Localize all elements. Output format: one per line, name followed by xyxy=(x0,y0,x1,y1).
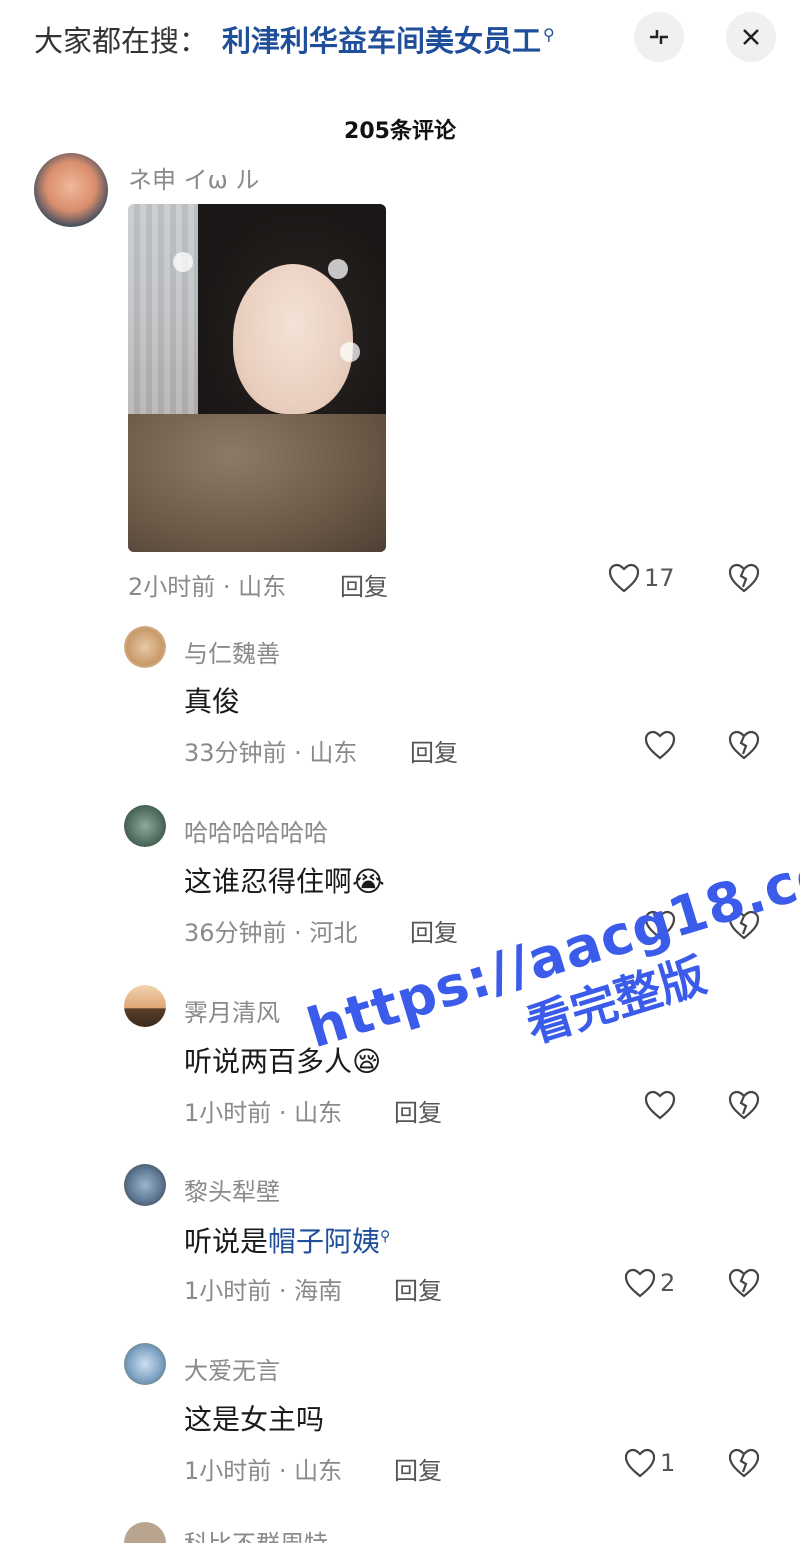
reply-nickname[interactable]: 大爱无言 xyxy=(184,1351,280,1386)
heart-icon xyxy=(644,1090,676,1120)
top-search-bar: 大家都在搜： 利津利华益车间美女员工 ⚲ xyxy=(0,0,800,80)
like-count: 2 xyxy=(660,1269,676,1297)
avatar[interactable] xyxy=(124,985,166,1027)
broken-heart-icon xyxy=(728,1090,760,1120)
broken-heart-icon xyxy=(728,1448,760,1478)
reply-button[interactable]: 回复 xyxy=(394,1093,442,1128)
image-spot xyxy=(340,342,360,362)
like-button[interactable]: 1 xyxy=(624,1448,675,1478)
dislike-button[interactable] xyxy=(728,1268,760,1302)
avatar[interactable] xyxy=(124,1522,166,1543)
comment-image[interactable] xyxy=(128,204,386,552)
reply-time-location: 1小时前 · 山东 xyxy=(184,1457,343,1485)
image-spot xyxy=(173,252,193,272)
heart-icon xyxy=(608,563,640,593)
reply-nickname[interactable]: 黎头犁壁 xyxy=(184,1172,280,1207)
like-button[interactable]: 2 xyxy=(624,1268,675,1298)
reply-nickname[interactable]: 与仁魏善 xyxy=(184,634,280,669)
reply-time-location: 1小时前 · 海南 xyxy=(184,1277,343,1305)
like-count: 1 xyxy=(660,1449,676,1477)
heart-icon xyxy=(624,1268,656,1298)
search-suggestion-link[interactable]: 利津利华益车间美女员工 ⚲ xyxy=(222,18,555,60)
reply-nickname[interactable]: 霁月清风 xyxy=(184,993,280,1028)
dislike-button[interactable] xyxy=(728,730,760,764)
avatar[interactable] xyxy=(34,153,108,227)
search-icon: ⚲ xyxy=(543,25,555,45)
reply-time-location: 33分钟前 · 山东 xyxy=(184,739,358,767)
heart-icon xyxy=(624,1448,656,1478)
search-prefix-label: 大家都在搜： xyxy=(34,24,209,58)
broken-heart-icon xyxy=(728,563,760,593)
dislike-button[interactable] xyxy=(728,1090,760,1124)
like-button[interactable] xyxy=(644,730,676,760)
avatar[interactable] xyxy=(124,1164,166,1206)
like-button[interactable]: 17 xyxy=(608,563,675,593)
like-count: 17 xyxy=(644,564,675,592)
reply-text: 听说是帽子阿姨⚲ xyxy=(184,1220,390,1260)
collapse-icon xyxy=(650,30,668,44)
image-coat xyxy=(128,414,386,552)
avatar[interactable] xyxy=(124,626,166,668)
search-suggestion-text: 利津利华益车间美女员工 xyxy=(222,24,542,58)
collapse-button[interactable] xyxy=(634,12,684,62)
heart-icon xyxy=(644,730,676,760)
image-spot xyxy=(328,259,348,279)
reply-text: 这是女主吗 xyxy=(184,1403,325,1436)
image-face xyxy=(233,264,353,414)
avatar[interactable] xyxy=(124,805,166,847)
reply-button[interactable]: 回复 xyxy=(394,1451,442,1486)
close-icon xyxy=(743,29,759,45)
reply-time-location: 36分钟前 · 河北 xyxy=(184,919,358,947)
search-icon: ⚲ xyxy=(380,1228,391,1245)
reply-text: 这谁忍得住啊😭 xyxy=(184,865,385,898)
reply-button[interactable]: 回复 xyxy=(410,913,458,948)
reply-button[interactable]: 回复 xyxy=(394,1271,442,1306)
avatar[interactable] xyxy=(124,1343,166,1385)
search-suggestion-link[interactable]: 帽子阿姨 xyxy=(268,1225,380,1258)
comment-time-location: 2小时前 · 山东 xyxy=(128,573,287,601)
comment-nickname[interactable]: ネ申 イω ル xyxy=(128,160,259,195)
reply-text: 真俊 xyxy=(184,685,241,718)
broken-heart-icon xyxy=(728,730,760,760)
reply-nickname[interactable]: 科比不群周特 xyxy=(184,1524,328,1543)
like-button[interactable] xyxy=(644,1090,676,1120)
reply-button[interactable]: 回复 xyxy=(340,567,388,602)
close-button[interactable] xyxy=(726,12,776,62)
comment-count-title: 205条评论 xyxy=(344,119,456,144)
reply-button[interactable]: 回复 xyxy=(410,733,458,768)
reply-time-location: 1小时前 · 山东 xyxy=(184,1099,343,1127)
dislike-button[interactable] xyxy=(728,563,760,597)
reply-text-prefix: 听说是 xyxy=(184,1225,269,1258)
broken-heart-icon xyxy=(728,1268,760,1298)
dislike-button[interactable] xyxy=(728,1448,760,1482)
reply-nickname[interactable]: 哈哈哈哈哈哈 xyxy=(184,813,328,848)
